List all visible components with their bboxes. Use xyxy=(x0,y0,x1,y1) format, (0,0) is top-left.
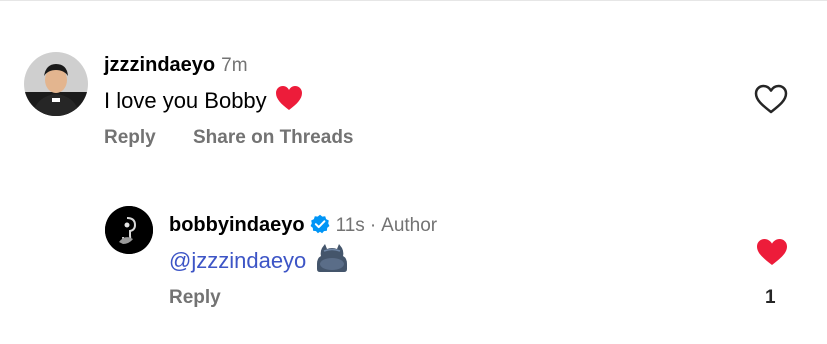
mention-link[interactable]: @jzzzindaeyo xyxy=(169,248,306,274)
reply-button[interactable]: Reply xyxy=(104,127,156,149)
avatar-bobbyindaeyo[interactable] xyxy=(105,206,153,254)
cat-emoji-icon xyxy=(314,244,350,278)
like-count[interactable]: 1 xyxy=(765,287,776,309)
username[interactable]: jzzzindaeyo xyxy=(104,54,215,77)
red-heart-emoji-icon xyxy=(275,85,303,117)
timestamp: 7m xyxy=(221,55,248,76)
author-badge: Author xyxy=(381,215,438,236)
separator: · xyxy=(369,215,377,236)
heart-outline-icon[interactable] xyxy=(754,84,788,114)
reply-button[interactable]: Reply xyxy=(169,287,221,309)
heart-filled-icon[interactable] xyxy=(755,237,789,267)
comment-header: jzzzindaeyo 7m xyxy=(104,54,248,77)
username[interactable]: bobbyindaeyo xyxy=(169,214,305,237)
comment-body: I love you Bobby xyxy=(104,88,267,113)
avatar-jzzzindaeyo[interactable] xyxy=(24,52,88,116)
reply-text: @jzzzindaeyo xyxy=(169,244,350,278)
comment-text: I love you Bobby xyxy=(104,85,303,117)
reply-header: bobbyindaeyo 11s · Author xyxy=(169,211,437,237)
verified-badge-icon xyxy=(310,214,330,234)
share-on-threads-button[interactable]: Share on Threads xyxy=(193,127,354,149)
top-divider xyxy=(0,0,827,1)
timestamp: 11s xyxy=(335,215,365,236)
